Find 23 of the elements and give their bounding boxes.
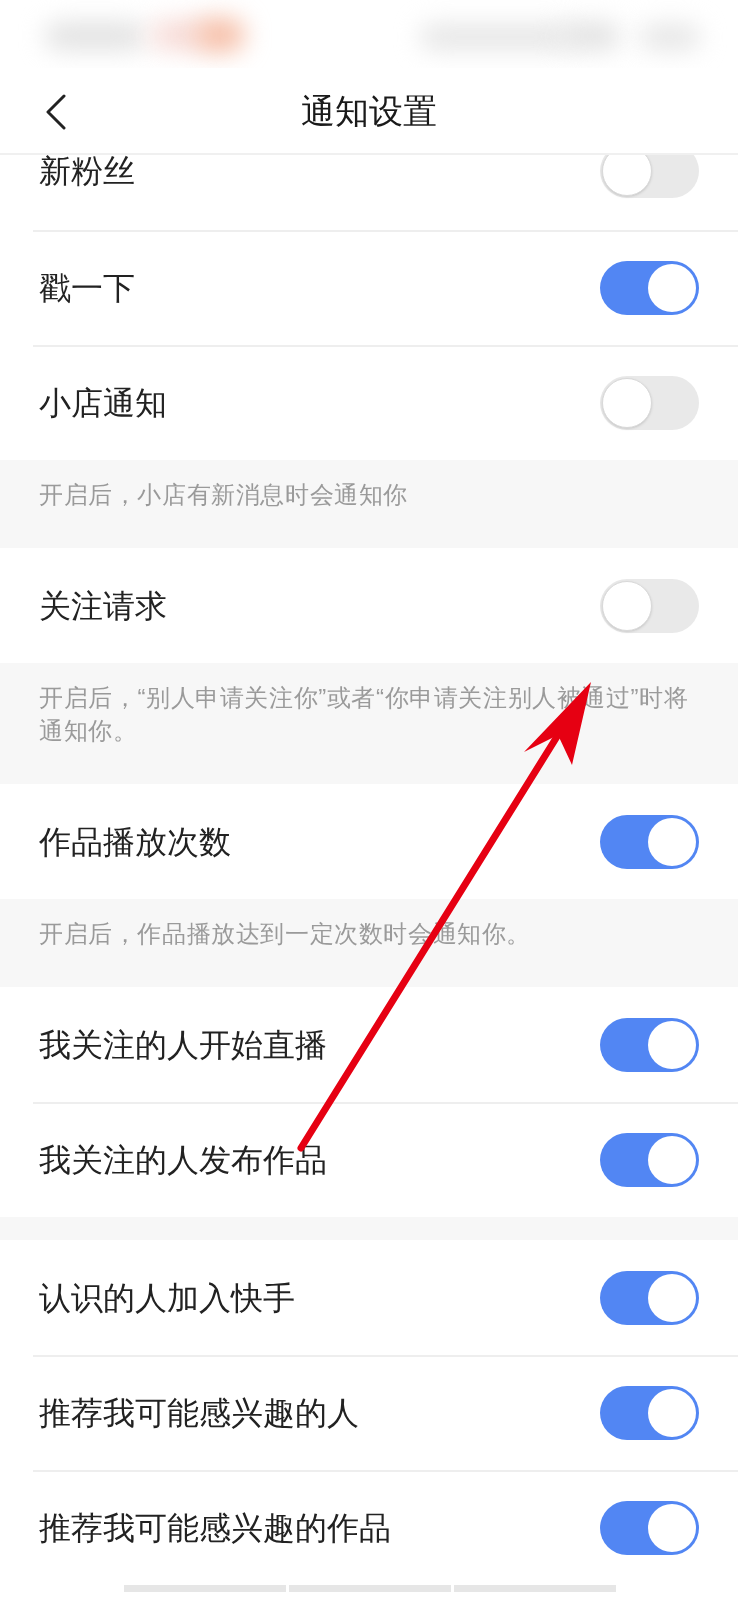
setting-label: 推荐我可能感兴趣的人	[39, 1393, 360, 1433]
setting-label: 作品播放次数	[39, 822, 232, 862]
setting-label: 认识的人加入快手	[39, 1278, 296, 1318]
setting-label: 我关注的人发布作品	[39, 1140, 328, 1180]
page-title: 通知设置	[301, 90, 437, 132]
setting-label: 我关注的人开始直播	[39, 1025, 328, 1065]
setting-label: 关注请求	[39, 586, 168, 626]
setting-description: 开启后，小店有新消息时会通知你	[39, 480, 409, 510]
toggle-switch[interactable]	[600, 578, 699, 633]
setting-label: 小店通知	[39, 383, 168, 423]
toggle-switch[interactable]	[600, 1132, 699, 1187]
setting-label: 戳一下	[39, 268, 136, 308]
setting-label: 推荐我可能感兴趣的作品	[39, 1508, 392, 1548]
setting-label: 新粉丝	[39, 155, 136, 191]
toggle-switch[interactable]	[600, 375, 699, 430]
toggle-switch[interactable]	[600, 1500, 699, 1555]
toggle-switch[interactable]	[600, 155, 699, 198]
toggle-switch[interactable]	[600, 814, 699, 869]
toggle-switch[interactable]	[600, 1385, 699, 1440]
back-chevron-icon	[45, 94, 67, 130]
toggle-switch[interactable]	[600, 1017, 699, 1072]
toggle-switch[interactable]	[600, 1270, 699, 1325]
toggle-switch[interactable]	[600, 260, 699, 315]
